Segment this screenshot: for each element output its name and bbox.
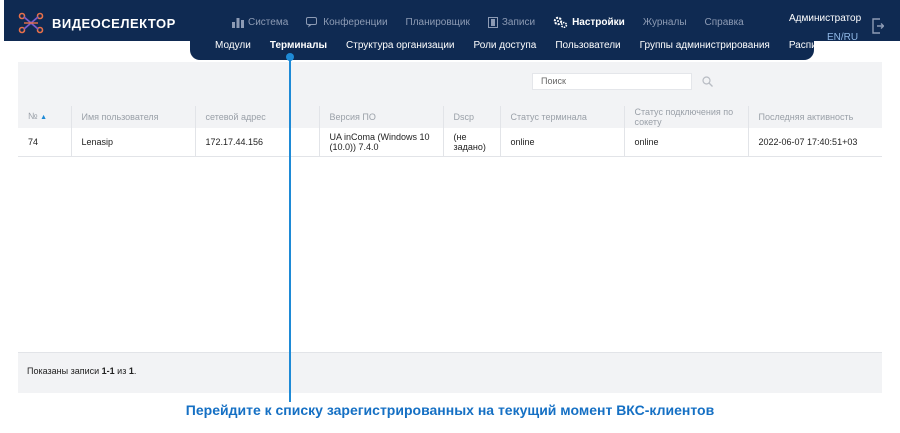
records-summary: Показаны записи 1-1 из 1. — [27, 366, 137, 376]
user-name[interactable]: Администратор — [789, 13, 861, 24]
tab-access-roles[interactable]: Роли доступа — [474, 40, 537, 51]
menu-item-logs[interactable]: Журналы — [643, 17, 687, 28]
column-header-address[interactable]: сетевой адрес — [195, 106, 320, 128]
sub-menu: Модули Терминалы Структура организации Р… — [190, 40, 844, 51]
table-body-area — [18, 156, 882, 353]
menu-item-help[interactable]: Справка — [705, 17, 744, 28]
column-header-dscp[interactable]: Dscp — [443, 106, 501, 128]
film-icon — [487, 16, 498, 28]
tab-terminals[interactable]: Терминалы — [270, 40, 327, 51]
cell-number: 74 — [18, 128, 72, 156]
column-header-username[interactable]: Имя пользователя — [71, 106, 196, 128]
table-row[interactable]: 74 Lenasip 172.17.44.156 UA inComa (Wind… — [18, 128, 882, 156]
logo[interactable]: ВИДЕОСЕЛЕКТОР — [18, 11, 176, 35]
logo-icon — [18, 12, 44, 34]
table-header-row: № ▲ Имя пользователя сетевой адрес Верси… — [18, 106, 882, 128]
menu-item-records[interactable]: Записи — [487, 16, 535, 28]
menu-item-conferences[interactable]: Конференции — [306, 16, 388, 28]
column-header-terminal-status[interactable]: Статус терминала — [500, 106, 625, 128]
logout-icon[interactable] — [872, 18, 884, 34]
menu-item-scheduler[interactable]: Планировщик — [406, 17, 470, 28]
pointer-line — [289, 56, 291, 402]
cell-dscp: (не задано) — [443, 128, 501, 156]
search-input[interactable]: Поиск — [532, 73, 692, 90]
tab-modules[interactable]: Модули — [215, 40, 251, 51]
cell-socket-status: online — [624, 128, 749, 156]
cell-last-activity: 2022-06-07 17:40:51+03 — [748, 128, 882, 156]
brand-name: ВИДЕОСЕЛЕКТОР — [52, 15, 176, 31]
language-switch[interactable]: EN/RU — [827, 32, 858, 43]
column-header-socket-status[interactable]: Статус подключения по сокету — [624, 106, 749, 128]
cell-address: 172.17.44.156 — [195, 128, 320, 156]
column-header-version[interactable]: Версия ПО — [319, 106, 444, 128]
terminals-table: № ▲ Имя пользователя сетевой адрес Верси… — [18, 106, 882, 156]
main-menu: Система Конференции Планировщик Записи Н… — [232, 16, 762, 28]
cell-terminal-status: online — [500, 128, 625, 156]
menu-item-system[interactable]: Система — [232, 17, 288, 28]
tab-admin-groups[interactable]: Группы администрирования — [640, 40, 770, 51]
chat-icon — [306, 16, 318, 27]
tab-users[interactable]: Пользователи — [555, 40, 620, 51]
sort-ascending-icon: ▲ — [40, 114, 48, 121]
cell-version: UA inComa (Windows 10 (10.0)) 7.4.0 — [319, 128, 444, 156]
gears-icon — [553, 16, 568, 28]
column-header-last-activity[interactable]: Последняя активность — [748, 106, 882, 128]
cell-username: Lenasip — [71, 128, 196, 156]
instruction-caption: Перейдите к списку зарегистрированных на… — [185, 402, 715, 418]
search-icon[interactable] — [702, 76, 713, 87]
menu-item-settings[interactable]: Настройки — [553, 16, 625, 28]
bar-chart-icon — [232, 17, 244, 28]
column-header-number[interactable]: № ▲ — [18, 106, 72, 128]
tab-org-structure[interactable]: Структура организации — [346, 40, 455, 51]
